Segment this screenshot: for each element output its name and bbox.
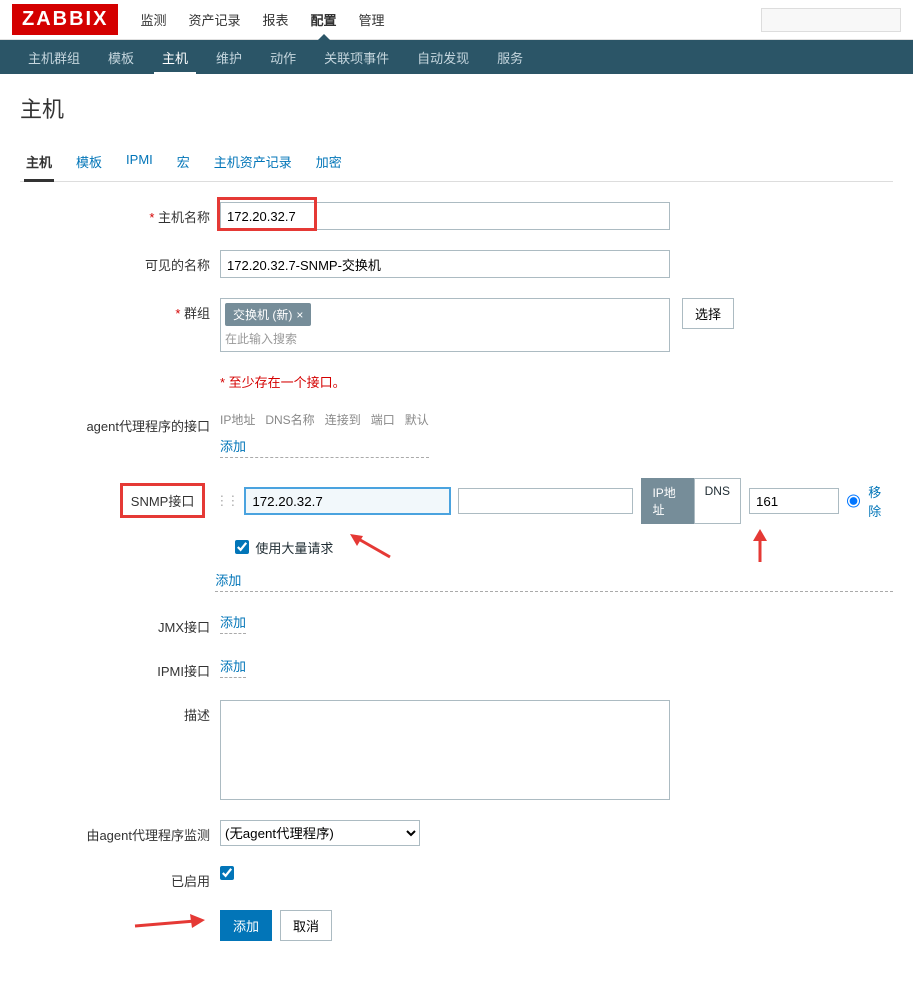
topnav-configuration[interactable]: 配置 [309, 0, 339, 39]
connect-to-toggle: IP地址 DNS [641, 478, 741, 524]
group-tag[interactable]: 交换机 (新) × [225, 303, 311, 326]
host-name-label: 主机名称 [20, 202, 220, 226]
add-agent-iface-link[interactable]: 添加 [220, 439, 246, 454]
tab-host[interactable]: 主机 [24, 144, 54, 182]
subnav-correlation[interactable]: 关联项事件 [316, 40, 397, 75]
logo: ZABBIX [12, 4, 118, 35]
top-bar: ZABBIX 监测 资产记录 报表 配置 管理 [0, 0, 913, 40]
enabled-checkbox[interactable] [220, 866, 234, 880]
tab-templates[interactable]: 模板 [74, 144, 104, 181]
topnav-monitoring[interactable]: 监测 [138, 0, 168, 39]
groups-box[interactable]: 交换机 (新) × 在此输入搜索 [220, 298, 670, 352]
tab-inventory[interactable]: 主机资产记录 [212, 144, 294, 181]
visible-name-input[interactable] [220, 250, 670, 278]
snmp-dns-input[interactable] [458, 488, 633, 514]
tab-encryption[interactable]: 加密 [314, 144, 344, 181]
add-ipmi-iface-link[interactable]: 添加 [220, 659, 246, 674]
agent-iface-label: agent代理程序的接口 [20, 411, 220, 435]
select-group-button[interactable]: 选择 [682, 298, 734, 329]
cancel-button[interactable]: 取消 [280, 910, 332, 941]
description-label: 描述 [20, 700, 220, 724]
subnav-templates[interactable]: 模板 [100, 40, 142, 75]
form-tabs: 主机 模板 IPMI 宏 主机资产记录 加密 [20, 144, 893, 182]
ipmi-iface-label: IPMI接口 [20, 656, 220, 680]
arrow-annotation-icon [745, 527, 775, 567]
interface-note: * 至少存在一个接口。 [220, 372, 346, 391]
enabled-label: 已启用 [20, 866, 220, 890]
use-bulk-checkbox[interactable] [235, 540, 249, 554]
proxy-select[interactable]: (无agent代理程序) [220, 820, 420, 846]
topnav-reports[interactable]: 报表 [260, 0, 290, 39]
groups-placeholder: 在此输入搜索 [225, 330, 665, 347]
remove-tag-icon[interactable]: × [296, 308, 303, 322]
topnav-inventory[interactable]: 资产记录 [186, 0, 242, 39]
topnav-administration[interactable]: 管理 [357, 0, 387, 39]
host-name-input[interactable] [220, 202, 670, 230]
connect-to-dns[interactable]: DNS [694, 478, 741, 524]
subnav-hosts[interactable]: 主机 [154, 40, 196, 75]
tab-ipmi[interactable]: IPMI [124, 144, 155, 181]
proxy-label: 由agent代理程序监测 [20, 820, 220, 844]
snmp-interface-row: ⋮⋮ IP地址 DNS 移除 [215, 478, 893, 524]
arrow-annotation-icon [345, 532, 395, 562]
subnav-services[interactable]: 服务 [489, 40, 531, 75]
iface-headers: IP地址 DNS名称 连接到 端口 默认 [220, 411, 429, 428]
connect-to-ip[interactable]: IP地址 [641, 478, 693, 524]
page-title: 主机 [20, 82, 893, 144]
tab-macros[interactable]: 宏 [175, 144, 192, 181]
jmx-iface-label: JMX接口 [20, 612, 220, 636]
use-bulk-label: 使用大量请求 [255, 538, 333, 557]
drag-handle-icon[interactable]: ⋮⋮ [215, 493, 237, 509]
sub-nav: 主机群组 模板 主机 维护 动作 关联项事件 自动发现 服务 [0, 40, 913, 74]
subnav-discovery[interactable]: 自动发现 [409, 40, 477, 75]
subnav-actions[interactable]: 动作 [262, 40, 304, 75]
description-textarea[interactable] [220, 700, 670, 800]
add-button[interactable]: 添加 [220, 910, 272, 941]
snmp-ip-input[interactable] [245, 488, 450, 514]
snmp-iface-label: SNMP接口 [131, 494, 195, 509]
add-jmx-iface-link[interactable]: 添加 [220, 615, 246, 630]
add-snmp-iface-link[interactable]: 添加 [215, 573, 241, 588]
groups-label: 群组 [20, 298, 220, 322]
remove-snmp-link[interactable]: 移除 [868, 482, 893, 520]
default-iface-radio[interactable] [847, 494, 860, 508]
top-nav: 监测 资产记录 报表 配置 管理 [138, 0, 386, 39]
snmp-port-input[interactable] [749, 488, 839, 514]
subnav-maintenance[interactable]: 维护 [208, 40, 250, 75]
arrow-annotation-icon [130, 912, 210, 932]
search-input[interactable] [761, 8, 901, 32]
visible-name-label: 可见的名称 [20, 250, 220, 274]
subnav-hostgroups[interactable]: 主机群组 [20, 40, 88, 75]
group-tag-label: 交换机 (新) [233, 308, 292, 322]
snmp-label-highlight: SNMP接口 [120, 483, 206, 518]
